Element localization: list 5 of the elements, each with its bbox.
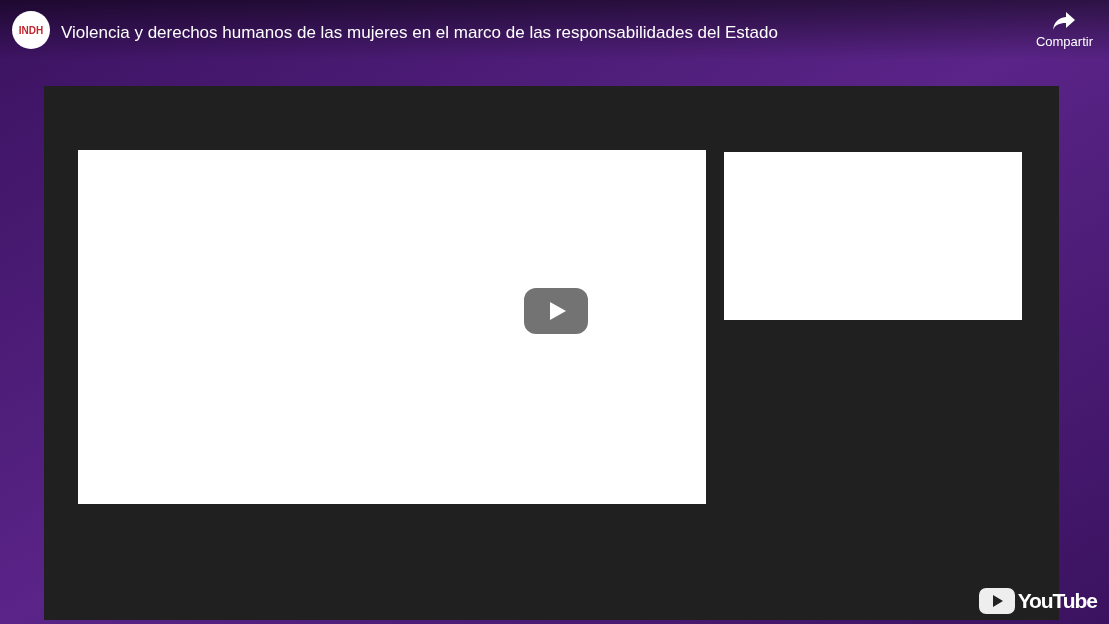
video-title[interactable]: Violencia y derechos humanos de las mujeres en el marco de las responsabilidades del Estado xyxy=(61,20,778,46)
youtube-logo[interactable]: YouTube xyxy=(978,585,1097,617)
share-icon xyxy=(1053,12,1076,30)
share-button[interactable]: Compartir xyxy=(1035,12,1093,52)
play-button[interactable] xyxy=(524,288,588,334)
